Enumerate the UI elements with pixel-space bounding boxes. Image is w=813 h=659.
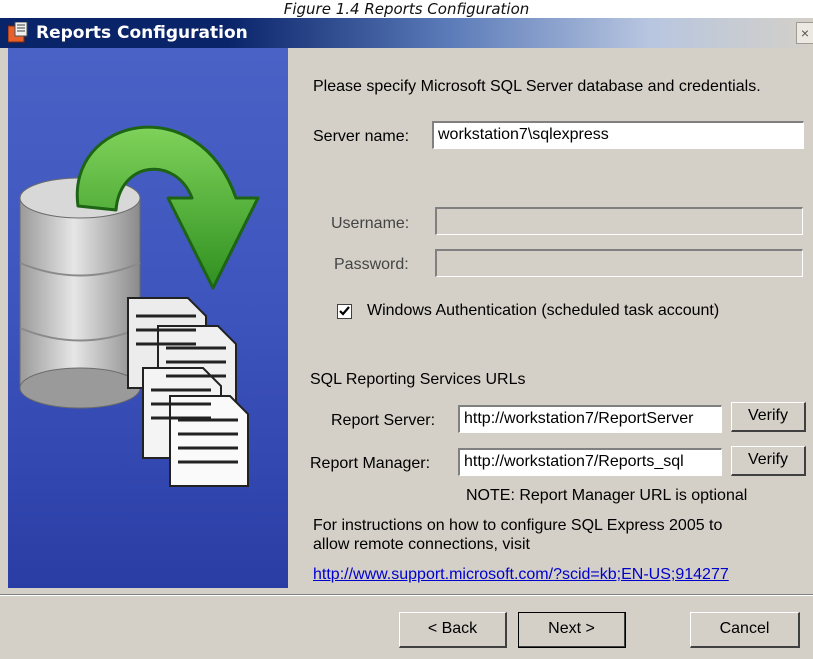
username-input[interactable]: [435, 207, 803, 235]
report-manager-input[interactable]: http://workstation7/Reports_sql: [458, 448, 722, 476]
windows-authentication-checkbox[interactable]: [337, 304, 352, 319]
report-manager-label: Report Manager:: [310, 455, 431, 472]
back-button[interactable]: < Back: [399, 612, 507, 648]
window-title: Reports Configuration: [36, 23, 248, 43]
figure-caption: Figure 1.4 Reports Configuration: [283, 0, 530, 18]
instructions-line-2: allow remote connections, visit: [313, 536, 530, 553]
server-name-input[interactable]: workstation7\sqlexpress: [432, 121, 804, 149]
close-icon[interactable]: ×: [796, 22, 813, 44]
report-server-label: Report Server:: [331, 412, 436, 429]
windows-authentication-label: Windows Authentication (scheduled task a…: [367, 302, 720, 319]
reports-configuration-dialog: Reports Configuration × Please specify M…: [0, 18, 813, 659]
intro-text: Please specify Microsoft SQL Server data…: [313, 78, 761, 95]
verify-report-server-button[interactable]: Verify: [731, 402, 806, 432]
server-name-label: Server name:: [313, 128, 410, 145]
side-banner: [8, 48, 288, 588]
password-input[interactable]: [435, 249, 803, 277]
report-server-input[interactable]: http://workstation7/ReportServer: [458, 405, 722, 433]
support-link[interactable]: http://www.support.microsoft.com/?scid=k…: [313, 565, 729, 585]
optional-note: NOTE: Report Manager URL is optional: [466, 487, 748, 504]
ssrs-urls-heading: SQL Reporting Services URLs: [310, 371, 526, 388]
database-to-documents-icon: [19, 125, 260, 487]
footer-separator: [0, 594, 813, 596]
title-bar[interactable]: Reports Configuration ×: [0, 18, 813, 48]
cancel-button[interactable]: Cancel: [690, 612, 800, 648]
instructions-line-1: For instructions on how to configure SQL…: [313, 517, 723, 534]
verify-report-manager-button[interactable]: Verify: [731, 446, 806, 476]
next-button[interactable]: Next >: [518, 612, 626, 648]
checkmark-icon: [339, 306, 350, 316]
username-label: Username:: [331, 215, 410, 232]
password-label: Password:: [334, 256, 409, 273]
reports-app-icon: [8, 22, 28, 43]
